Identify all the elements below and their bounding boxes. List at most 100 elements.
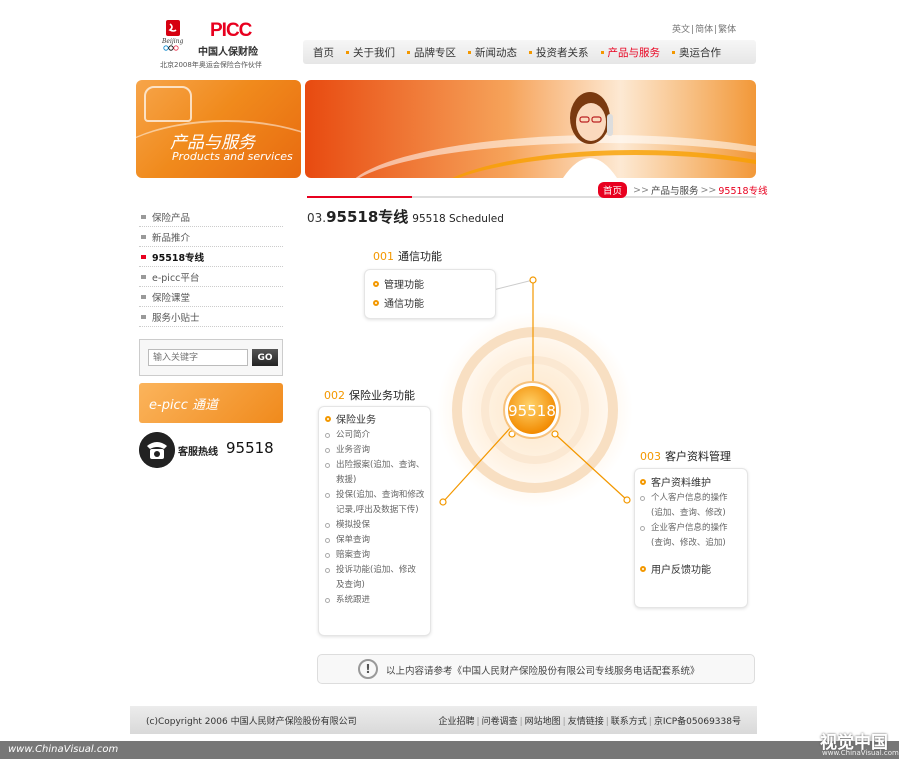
section-number: 001 — [373, 250, 394, 263]
nav-item-label: 投资者关系 — [536, 46, 589, 59]
breadcrumb-separator: >> — [633, 184, 649, 196]
footer-link-1[interactable]: 问卷调查 — [482, 717, 518, 727]
watermark-bar — [0, 741, 899, 759]
nav-bullet-icon — [346, 50, 349, 54]
list-item-continuation: (追加、查询、修改) — [651, 508, 726, 518]
nav-item-label: 奥运合作 — [679, 46, 721, 59]
list-item[interactable]: 用户反馈功能 — [640, 561, 742, 576]
list-item[interactable]: 个人客户信息的操作 — [640, 491, 742, 506]
sidebar-item-5[interactable]: 服务小贴士 — [139, 307, 283, 327]
banner-left: 产品与服务 Products and services — [136, 80, 301, 178]
nav-bullet-icon — [600, 50, 604, 54]
sidebar-item-label: 新品推介 — [152, 232, 191, 244]
sidebar-item-1[interactable]: 新品推介 — [139, 227, 283, 247]
beijing-olympics-emblem-icon: Beijing — [161, 20, 184, 51]
list-item[interactable]: 保险业务 — [325, 411, 424, 426]
footer-link-0[interactable]: 企业招聘 — [439, 717, 475, 727]
section-number: 003 — [640, 450, 661, 463]
nav-item-label: 关于我们 — [353, 46, 395, 59]
circle-bullet-icon — [325, 433, 330, 438]
section-number: 002 — [324, 389, 345, 402]
footer-link-4[interactable]: 联系方式 — [611, 717, 647, 727]
circle-bullet-icon — [325, 463, 330, 468]
list-item-continuation: (查询、修改、追加) — [651, 538, 726, 548]
sidebar-bullet-icon — [141, 314, 146, 319]
sidebar-item-label: 95518专线 — [152, 252, 205, 264]
list-item[interactable]: 客户资料维护 — [640, 474, 742, 489]
list-item[interactable]: 公司简介 — [325, 428, 424, 443]
footer-link-3[interactable]: 友情链接 — [568, 717, 604, 727]
footer-separator: | — [648, 716, 652, 727]
circle-bullet-icon — [325, 538, 330, 543]
hotline-number: 95518 — [226, 439, 274, 457]
nav-item-5[interactable]: 产品与服务 — [600, 45, 661, 60]
logo-area[interactable]: Beijing PICC 中国人保财险 北京2008年奥运会保险合作伙伴 — [160, 18, 280, 70]
section-title: 客户资料管理 — [665, 450, 731, 463]
list-item[interactable]: 系统跟进 — [325, 593, 424, 608]
nav-item-label: 产品与服务 — [607, 46, 661, 59]
nav-item-1[interactable]: 关于我们 — [346, 45, 395, 60]
search-box: GO — [139, 339, 283, 376]
nav-item-2[interactable]: 品牌专区 — [407, 45, 456, 60]
footer-link-2[interactable]: 网站地图 — [525, 717, 561, 727]
footer-separator: | — [605, 716, 609, 727]
nav-item-label: 首页 — [313, 46, 334, 59]
sidebar-bullet-icon — [141, 274, 146, 279]
circle-bullet-icon — [325, 448, 330, 453]
list-item[interactable]: 业务咨询 — [325, 443, 424, 458]
section-communication-box: 管理功能 通信功能 — [364, 269, 496, 319]
watermark-logo-url: www.ChinaVisual.com — [822, 749, 899, 757]
sidebar-item-0[interactable]: 保险产品 — [139, 207, 283, 227]
sidebar-item-2[interactable]: 95518专线 — [139, 247, 283, 267]
list-item[interactable]: 模拟投保 — [325, 518, 424, 533]
circle-bullet-icon — [325, 568, 330, 573]
circle-bullet-icon — [325, 598, 330, 603]
nav-item-0[interactable]: 首页 — [313, 45, 334, 60]
picc-logo: PICC — [210, 20, 252, 41]
search-go-button[interactable]: GO — [252, 349, 278, 366]
language-links: 英文|简体|繁体 — [672, 25, 737, 35]
list-item-continuation: 及查询) — [336, 580, 365, 590]
footer-links: 企业招聘 | 问卷调查 | 网站地图 | 友情链接 | 联系方式 | 京ICP备05069338号 — [439, 714, 742, 727]
footer-link-5[interactable]: 京ICP备05069338号 — [654, 717, 741, 727]
section-communication-heading: 001 通信功能 — [373, 248, 442, 264]
banner-title-en: Products and services — [172, 150, 293, 163]
breadcrumb-home-link[interactable]: 首页 — [598, 182, 628, 198]
sidebar-item-3[interactable]: e-picc平台 — [139, 267, 283, 287]
customer-service-person-image — [563, 92, 617, 178]
lang-traditional-link[interactable]: 繁体 — [718, 25, 736, 35]
breadcrumb-section-link[interactable]: 产品与服务 — [651, 183, 699, 197]
circle-bullet-icon — [325, 493, 330, 498]
footer-separator: | — [519, 716, 523, 727]
nav-item-6[interactable]: 奥运合作 — [672, 45, 721, 60]
hotline-label: 客服热线 — [178, 447, 218, 458]
section-customer-box: 客户资料维护 个人客户信息的操作 (追加、查询、修改) 企业客户信息的操作 (查询、修… — [634, 468, 748, 608]
nav-item-4[interactable]: 投资者关系 — [529, 45, 589, 60]
nav-item-3[interactable]: 新闻动态 — [468, 45, 517, 60]
circle-bullet-icon — [640, 496, 645, 501]
page-title: 03. 95518专线 95518 Scheduled — [307, 206, 504, 227]
sidebar-item-4[interactable]: 保险课堂 — [139, 287, 283, 307]
lang-english-link[interactable]: 英文 — [672, 25, 690, 35]
nav-item-label: 品牌专区 — [414, 46, 456, 59]
epicc-channel-button[interactable]: e-picc 通道 — [139, 383, 283, 423]
list-item[interactable]: 通信功能 — [373, 295, 487, 310]
copyright-text: (c)Copyright 2006 中国人民财产保险股份有限公司 — [146, 716, 357, 727]
list-item[interactable]: 保单查询 — [325, 533, 424, 548]
list-item[interactable]: 投诉功能(追加、修改 — [325, 563, 424, 578]
section-customer-heading: 003 客户资料管理 — [640, 448, 731, 464]
list-item[interactable]: 赔案查询 — [325, 548, 424, 563]
lang-simplified-link[interactable]: 简体 — [695, 25, 713, 35]
sidebar-bullet-icon — [141, 294, 146, 299]
page-title-en: 95518 Scheduled — [412, 213, 504, 225]
list-item[interactable]: 投保(追加、查询和修改 — [325, 488, 424, 503]
search-input[interactable] — [148, 349, 248, 366]
list-item[interactable]: 企业客户信息的操作 — [640, 521, 742, 536]
list-item[interactable]: 管理功能 — [373, 276, 487, 291]
footer: (c)Copyright 2006 中国人民财产保险股份有限公司 企业招聘 | 问卷… — [130, 706, 757, 734]
sidebar-item-label: 保险产品 — [152, 212, 191, 224]
list-item[interactable]: 出险报案(追加、查询、 — [325, 458, 424, 473]
circle-bullet-icon — [325, 553, 330, 558]
banner-right — [305, 80, 756, 178]
feature-diagram: 95518 001 通信功能 管理功能 通信功能 002 保险业务功能 保险业务 公… — [307, 238, 757, 638]
